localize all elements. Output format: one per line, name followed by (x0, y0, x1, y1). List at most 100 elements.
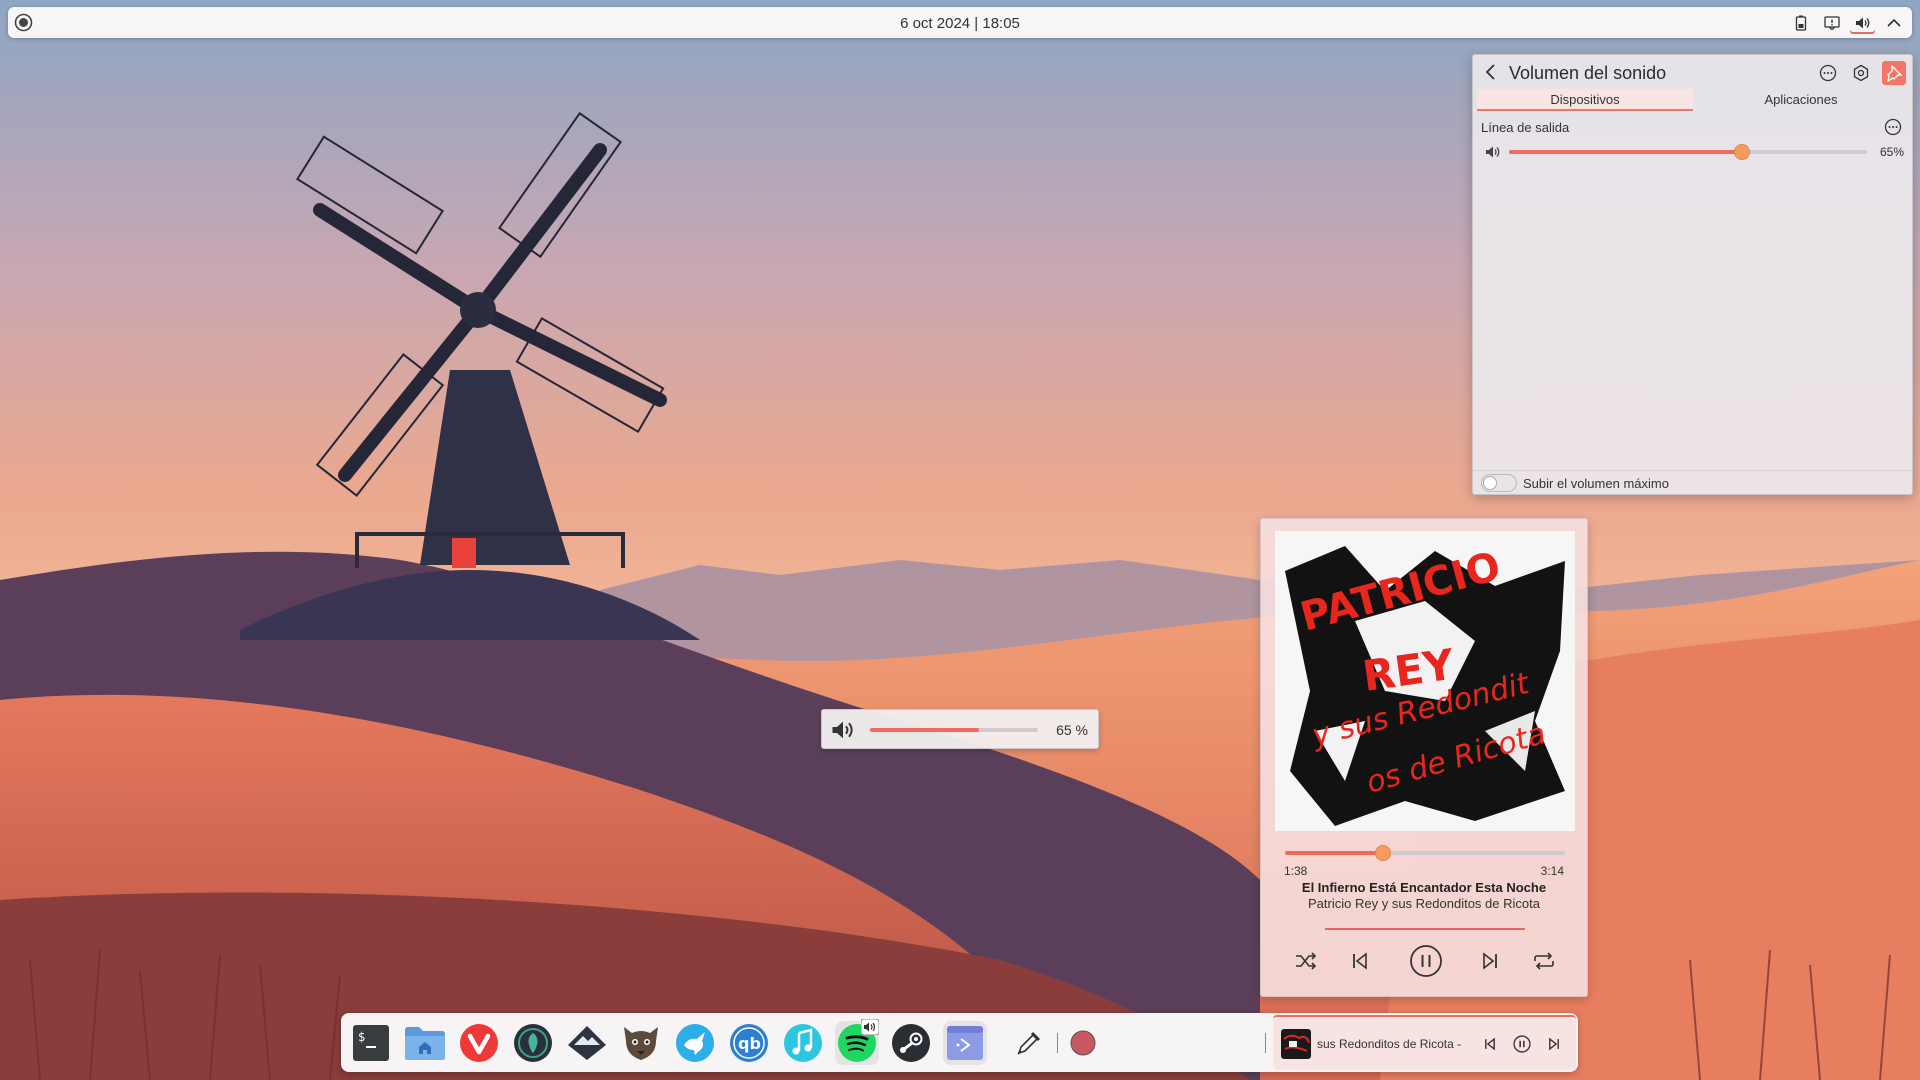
total-time: 3:14 (1540, 864, 1564, 878)
album-thumbnail-image (1281, 1029, 1311, 1059)
popup-pin-button[interactable] (1882, 61, 1906, 85)
osd-volume-bar (870, 728, 1038, 732)
svg-text:$: $ (358, 1030, 365, 1044)
dock-media-controller[interactable]: sus Redonditos de Ricota - (1273, 1015, 1576, 1070)
seek-slider[interactable] (1285, 845, 1565, 861)
more-options-icon (1884, 118, 1902, 136)
notifications-icon (1823, 15, 1840, 30)
dock-previous-button[interactable] (1479, 1033, 1501, 1055)
dock-play-pause-button[interactable] (1511, 1033, 1533, 1055)
accent-divider (1325, 928, 1525, 930)
popup-more-button[interactable] (1816, 61, 1840, 85)
dock-app-vivaldi[interactable] (457, 1021, 501, 1065)
skip-previous-icon (1485, 1037, 1495, 1051)
pause-icon (1513, 1035, 1531, 1053)
back-button[interactable] (1481, 62, 1501, 82)
dock-app-steam[interactable] (889, 1021, 933, 1065)
tray-battery[interactable] (1788, 11, 1813, 34)
current-time: 1:38 (1284, 864, 1308, 878)
gear-icon (1853, 64, 1869, 82)
terminal-icon: $ (353, 1025, 389, 1061)
seek-fill (1285, 851, 1383, 855)
track-title: El Infierno Está Encantador Esta Noche (1301, 880, 1547, 895)
screen-recorder-tray[interactable] (1061, 1021, 1105, 1065)
dock-app-plasma[interactable] (943, 1021, 987, 1065)
system-tray (1788, 11, 1906, 34)
album-cover: PATRICIO REY y sus Redondit os de Ricota (1275, 531, 1575, 831)
shuffle-icon (1296, 952, 1317, 970)
next-track-button[interactable] (1475, 946, 1505, 976)
dock-separator (1057, 1033, 1058, 1053)
raise-max-volume-label: Subir el volumen máximo (1523, 476, 1669, 491)
osd-volume-percent: 65 % (1056, 722, 1088, 738)
svg-text:qb: qb (738, 1034, 761, 1053)
popup-tabs: Dispositivos Aplicaciones (1477, 89, 1909, 111)
bird-icon (676, 1024, 714, 1062)
chevron-up-icon (1886, 18, 1901, 27)
device-options-button[interactable] (1884, 118, 1902, 136)
device-mute-button[interactable] (1485, 144, 1501, 160)
device-volume-percent: 65% (1879, 145, 1904, 159)
dock-app-gimp[interactable] (619, 1021, 663, 1065)
vivaldi-icon (460, 1024, 498, 1062)
popup-settings-button[interactable] (1849, 61, 1873, 85)
steam-icon (892, 1024, 930, 1062)
mountain-icon (568, 1026, 606, 1060)
previous-track-button[interactable] (1345, 946, 1375, 976)
device-volume-slider[interactable] (1509, 144, 1867, 160)
device-volume-fill (1509, 150, 1742, 154)
popup-title: Volumen del sonido (1509, 63, 1667, 83)
media-player-popup: PATRICIO REY y sus Redondit os de Ricota… (1260, 518, 1588, 997)
toggle-knob (1483, 476, 1497, 490)
skip-previous-icon (1353, 952, 1367, 970)
dock-app-krita[interactable] (565, 1021, 609, 1065)
device-volume-handle[interactable] (1733, 144, 1750, 160)
tray-volume[interactable] (1850, 11, 1875, 34)
color-picker-icon (1017, 1031, 1041, 1055)
volume-popup: Volumen del sonido Dispositivos Aplicaci… (1472, 54, 1913, 495)
device-name: Línea de salida (1481, 120, 1570, 135)
volume-icon (1855, 17, 1869, 28)
popup-footer: Subir el volumen máximo (1473, 470, 1912, 494)
color-picker-tray[interactable] (1007, 1021, 1051, 1065)
tab-applications[interactable]: Aplicaciones (1693, 89, 1909, 111)
dock-separator (1265, 1033, 1266, 1053)
record-icon (1070, 1030, 1096, 1056)
repeat-button[interactable] (1529, 946, 1559, 976)
popup-header: Volumen del sonido (1473, 55, 1912, 89)
dock-app-qbittorrent[interactable]: qb (727, 1021, 771, 1065)
osd-volume-fill (870, 728, 980, 732)
pin-icon (1887, 64, 1903, 82)
dock-next-button[interactable] (1543, 1033, 1565, 1055)
tray-expand[interactable] (1881, 11, 1906, 34)
dock-app-inkscape[interactable] (511, 1021, 555, 1065)
plasma-icon (947, 1026, 983, 1060)
folder-home-icon (405, 1027, 445, 1060)
tray-notifications[interactable] (1819, 11, 1844, 34)
dock: $ qb sus Redonditos de Ricota - (341, 1013, 1578, 1072)
seek-handle[interactable] (1375, 845, 1391, 861)
dock-app-music[interactable] (781, 1021, 825, 1065)
osd-volume (831, 719, 855, 741)
volume-icon (1486, 146, 1500, 158)
dock-app-kdeconnect[interactable] (673, 1021, 717, 1065)
music-note-icon (784, 1024, 822, 1062)
track-artist: Patricio Rey y sus Redonditos de Ricota (1308, 896, 1540, 911)
playing-audio-badge-icon (861, 1019, 879, 1035)
skip-next-icon (1483, 952, 1497, 970)
dock-app-terminal[interactable]: $ (349, 1021, 393, 1065)
repeat-icon (1534, 952, 1554, 970)
qbittorrent-icon: qb (730, 1024, 768, 1062)
more-options-icon (1819, 64, 1837, 82)
panel-clock[interactable]: 6 oct 2024 | 18:05 (8, 15, 1912, 32)
album-cover-art: PATRICIO REY y sus Redondit os de Ricota (1275, 531, 1575, 831)
top-panel: 6 oct 2024 | 18:05 (8, 7, 1912, 38)
skip-next-icon (1549, 1037, 1559, 1051)
play-pause-button[interactable] (1408, 943, 1444, 979)
dock-app-files[interactable] (403, 1021, 447, 1065)
raise-max-volume-toggle[interactable] (1481, 474, 1517, 492)
dock-app-spotify[interactable] (835, 1019, 879, 1065)
dock-media-thumbnail (1281, 1029, 1311, 1059)
shuffle-button[interactable] (1291, 946, 1321, 976)
tab-devices[interactable]: Dispositivos (1477, 89, 1693, 111)
